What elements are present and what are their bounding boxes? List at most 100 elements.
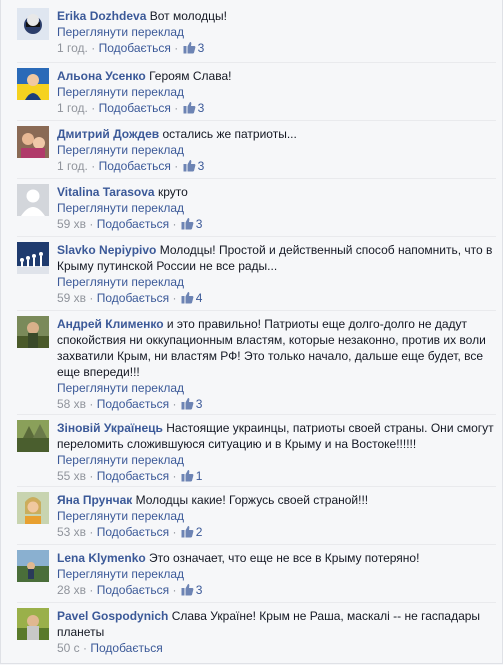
separator-dot: · [91,41,96,55]
likes-number[interactable]: 3 [198,101,205,115]
comment-time[interactable]: 1 год. [57,41,88,55]
comment-author[interactable]: Яна Прунчак [57,493,132,507]
divider [17,414,496,415]
comment-meta: 50 с · Подобається [57,640,496,656]
comment-time[interactable]: 50 с [57,641,80,655]
like-count[interactable]: 1 [180,469,203,483]
likes-number[interactable]: 3 [198,41,205,55]
like-count[interactable]: 3 [182,41,205,55]
like-count[interactable]: 3 [180,217,203,231]
comment-meta: 28 хв · Подобається · 3 [57,582,496,598]
comment-text: Молодцы какие! Горжусь своей страной!!! [135,493,369,507]
avatar[interactable] [17,550,49,582]
see-translation-link[interactable]: Переглянути переклад [57,508,496,524]
comment-author[interactable]: Дмитрий Дождев [57,127,159,141]
see-translation-link[interactable]: Переглянути переклад [57,142,496,158]
like-link[interactable]: Подобається [97,469,169,483]
likes-number[interactable]: 1 [196,469,203,483]
divider [17,236,496,237]
like-count[interactable]: 3 [182,101,205,115]
see-translation-link[interactable]: Переглянути переклад [57,566,496,582]
like-count[interactable]: 3 [182,159,205,173]
comment-author[interactable]: Erika Dozhdeva [57,9,146,23]
separator-dot: · [89,217,94,231]
see-translation-link[interactable]: Переглянути переклад [57,24,496,40]
avatar[interactable] [17,608,49,640]
likes-number[interactable]: 3 [198,159,205,173]
like-count[interactable]: 2 [180,525,203,539]
comment-time[interactable]: 28 хв [57,583,86,597]
see-translation-link[interactable]: Переглянути переклад [57,200,496,216]
likes-number[interactable]: 3 [196,583,203,597]
comment-author[interactable]: Зіновій Українець [57,421,163,435]
comment-time[interactable]: 59 хв [57,291,86,305]
comment-time[interactable]: 59 хв [57,217,86,231]
see-translation-link[interactable]: Переглянути переклад [57,274,496,290]
divider [17,120,496,121]
divider [17,310,496,311]
comment-text: остались же патриоты... [162,127,297,141]
see-translation-link[interactable]: Переглянути переклад [57,452,496,468]
like-link[interactable]: Подобається [97,291,169,305]
comment-author[interactable]: Андрей Клименко [57,317,164,331]
likes-number[interactable]: 4 [196,291,203,305]
like-count[interactable]: 3 [180,397,203,411]
divider [17,544,496,545]
comment-author[interactable]: Vitalina Tarasova [57,185,155,199]
avatar[interactable] [17,242,49,274]
like-link[interactable]: Подобається [99,159,171,173]
comment-text: Вот молодцы! [149,9,228,23]
avatar[interactable] [17,316,49,348]
comment-meta: 58 хв · Подобається · 3 [57,396,496,412]
thumbs-up-icon [183,159,196,172]
separator-dot: · [172,469,177,483]
separator-dot: · [172,525,177,539]
comment-author[interactable]: Альона Усенко [57,69,146,83]
avatar[interactable] [17,68,49,100]
separator-dot: · [89,583,94,597]
like-link[interactable]: Подобається [97,525,169,539]
avatar[interactable] [17,8,49,40]
avatar[interactable] [17,420,49,452]
like-link[interactable]: Подобається [99,101,171,115]
comment-text: Это означает, что еще не все в Крыму пот… [149,551,420,565]
separator-dot: · [83,641,88,655]
see-translation-link[interactable]: Переглянути переклад [57,84,496,100]
like-link[interactable]: Подобається [97,583,169,597]
comment-time[interactable]: 53 хв [57,525,86,539]
comment-meta: 55 хв · Подобається · 1 [57,468,496,484]
divider [17,486,496,487]
thumbs-up-icon [181,217,194,230]
likes-number[interactable]: 2 [196,525,203,539]
thumbs-up-icon [181,469,194,482]
like-count[interactable]: 3 [180,583,203,597]
thumbs-up-icon [181,583,194,596]
see-translation-link[interactable]: Переглянути переклад [57,380,496,396]
thumbs-up-icon [183,41,196,54]
comment-time[interactable]: 58 хв [57,397,86,411]
likes-number[interactable]: 3 [196,397,203,411]
like-link[interactable]: Подобається [99,41,171,55]
comment-meta: 1 год. · Подобається · 3 [57,100,496,116]
like-link[interactable]: Подобається [90,641,162,655]
separator-dot: · [174,41,179,55]
comment-time[interactable]: 1 год. [57,159,88,173]
divider [17,602,496,603]
comments-panel: Erika Dozhdeva Вот молодцы! Переглянути … [0,0,503,664]
comment-author[interactable]: Pavel Gospodynich [57,609,168,623]
separator-dot: · [174,101,179,115]
avatar[interactable] [17,126,49,158]
likes-number[interactable]: 3 [196,217,203,231]
comment-text: круто [157,185,188,199]
like-count[interactable]: 4 [180,291,203,305]
comment-time[interactable]: 1 год. [57,101,88,115]
avatar[interactable] [17,184,49,216]
comment-author[interactable]: Slavko Nepiypivo [57,243,156,257]
comment-author[interactable]: Lena Klymenko [57,551,146,565]
avatar[interactable] [17,492,49,524]
comment-time[interactable]: 55 хв [57,469,86,483]
like-link[interactable]: Подобається [97,217,169,231]
like-link[interactable]: Подобається [97,397,169,411]
separator-dot: · [174,159,179,173]
comment-text: Героям Слава! [149,69,232,83]
